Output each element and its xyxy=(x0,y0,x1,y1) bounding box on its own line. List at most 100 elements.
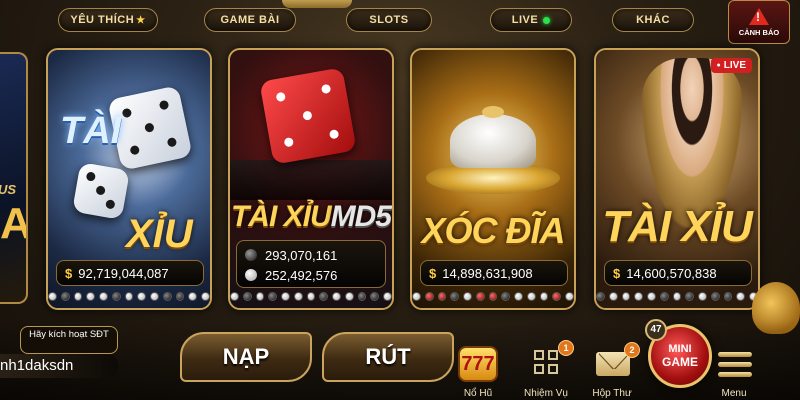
result-dot xyxy=(306,292,316,301)
tab-favorites-label: YÊU THÍCH xyxy=(70,14,135,26)
warning-label: CẢNH BÁO xyxy=(738,27,780,37)
result-dot xyxy=(450,292,460,301)
top-nav: YÊU THÍCH ★ GAME BÀI SLOTS LIVE KHÁC ! C… xyxy=(0,0,800,44)
result-dot xyxy=(514,292,523,301)
tab-other[interactable]: KHÁC xyxy=(612,8,694,32)
result-dot xyxy=(48,292,57,301)
activate-phone-button[interactable]: Hãy kích hoạt SĐT xyxy=(20,326,118,354)
result-dot xyxy=(475,292,485,301)
game-card-partial[interactable]: US A xyxy=(0,52,28,304)
game-card-xoc-dia[interactable]: XÓC ĐĨA $ 14,898,631,908 xyxy=(410,48,576,310)
tab-card-games-label: GAME BÀI xyxy=(220,14,280,26)
mailbox-button[interactable]: 2 Hộp Thư xyxy=(586,340,640,400)
jackpot-value: $ 14,898,631,908 xyxy=(420,260,568,286)
result-dot xyxy=(685,292,695,301)
dice-icon xyxy=(72,162,130,220)
result-dot xyxy=(412,292,421,301)
result-dot xyxy=(137,292,147,301)
deposit-button[interactable]: NẠP xyxy=(180,332,312,382)
result-dot xyxy=(73,292,83,301)
dollar-icon: $ xyxy=(429,265,437,281)
logo xyxy=(282,0,352,8)
result-dot xyxy=(357,292,367,301)
dollar-icon: $ xyxy=(613,265,621,281)
result-dot xyxy=(370,292,380,301)
result-dot xyxy=(242,292,252,301)
result-dot xyxy=(526,292,536,301)
result-dot xyxy=(332,292,341,301)
tab-card-games[interactable]: GAME BÀI xyxy=(204,8,296,32)
result-dot xyxy=(319,292,329,301)
game-title-main: TÀI XỈU xyxy=(230,200,332,233)
missions-grid-icon xyxy=(534,350,560,376)
result-dot xyxy=(162,292,172,301)
tab-slots-label: SLOTS xyxy=(369,14,409,26)
jackpot-value: $ 92,719,044,087 xyxy=(56,260,204,286)
partial-card-letter: A xyxy=(0,202,26,246)
withdraw-button[interactable]: RÚT xyxy=(322,332,454,382)
tab-favorites[interactable]: YÊU THÍCH ★ xyxy=(58,8,158,32)
result-dot xyxy=(230,292,239,301)
result-dot xyxy=(344,292,354,301)
result-dot xyxy=(188,292,198,301)
missions-button[interactable]: 1 Nhiệm Vụ xyxy=(520,340,574,400)
mail-icon xyxy=(596,352,630,376)
result-dot xyxy=(150,292,159,301)
mini-game-count-badge: 47 xyxy=(645,319,667,341)
warning-button[interactable]: ! CẢNH BÁO xyxy=(728,0,790,44)
jackpot-label: Nổ Hũ xyxy=(463,388,493,399)
black-ball-icon xyxy=(245,249,257,261)
game-title: XỈU xyxy=(126,212,193,256)
result-dot xyxy=(111,292,121,301)
menu-icon xyxy=(718,352,752,382)
missions-label: Nhiệm Vụ xyxy=(524,388,568,399)
jackpot-amount: 14,898,631,908 xyxy=(442,265,533,281)
result-dot xyxy=(565,292,574,301)
result-dot xyxy=(621,292,631,301)
game-card-tai-xiu[interactable]: TÀI XỈU $ 92,719,044,087 xyxy=(46,48,212,310)
live-dot-icon xyxy=(543,16,551,24)
result-dot xyxy=(60,292,70,301)
result-dot xyxy=(424,292,434,301)
result-dot xyxy=(698,292,707,301)
mini-game-button[interactable]: MINI GAME 47 xyxy=(645,319,712,388)
game-title-suffix: MD5 xyxy=(330,200,392,233)
result-dot xyxy=(710,292,720,301)
tab-live[interactable]: LIVE xyxy=(490,8,572,32)
dollar-icon: $ xyxy=(65,265,73,281)
jackpot-button[interactable]: 777 Nổ Hũ xyxy=(452,340,504,400)
menu-label: Menu xyxy=(721,388,747,399)
result-dot xyxy=(552,292,562,301)
game-card-tai-xiu-md5[interactable]: TÀI XỈUMD5 293,070,161 252,492,576 xyxy=(228,48,394,310)
game-title: TÀI XỈUMD5 xyxy=(230,200,392,234)
result-dot xyxy=(293,292,303,301)
result-dot xyxy=(723,292,733,301)
result-dot xyxy=(634,292,644,301)
result-dot xyxy=(501,292,511,301)
game-title: XÓC ĐĨA xyxy=(421,210,565,251)
result-dot xyxy=(672,292,682,301)
result-dot xyxy=(201,292,210,301)
result-dot xyxy=(608,292,618,301)
dice-icon xyxy=(259,67,357,165)
tab-other-label: KHÁC xyxy=(636,14,670,26)
result-history xyxy=(48,292,210,301)
result-dot xyxy=(255,292,265,301)
game-title: TÀI XỈU xyxy=(602,202,752,251)
warning-triangle-icon: ! xyxy=(749,7,769,25)
mini-game-label-2: GAME xyxy=(662,355,698,369)
mail-label: Hộp Thư xyxy=(592,388,632,399)
result-history xyxy=(412,292,574,301)
result-dot xyxy=(437,292,447,301)
live-badge: LIVE xyxy=(710,58,752,73)
star-icon: ★ xyxy=(136,14,146,26)
slot-777-icon: 777 xyxy=(458,346,498,382)
result-dot xyxy=(383,292,392,301)
game-card-tai-xiu-live[interactable]: LIVE TÀI XỈU $ 14,600,570,838 xyxy=(594,48,760,310)
menu-button[interactable]: Menu xyxy=(708,340,760,400)
result-dot xyxy=(539,292,549,301)
result-dot xyxy=(99,292,108,301)
bowl-icon xyxy=(450,114,536,168)
mail-badge: 2 xyxy=(624,342,640,358)
tab-slots[interactable]: SLOTS xyxy=(346,8,432,32)
